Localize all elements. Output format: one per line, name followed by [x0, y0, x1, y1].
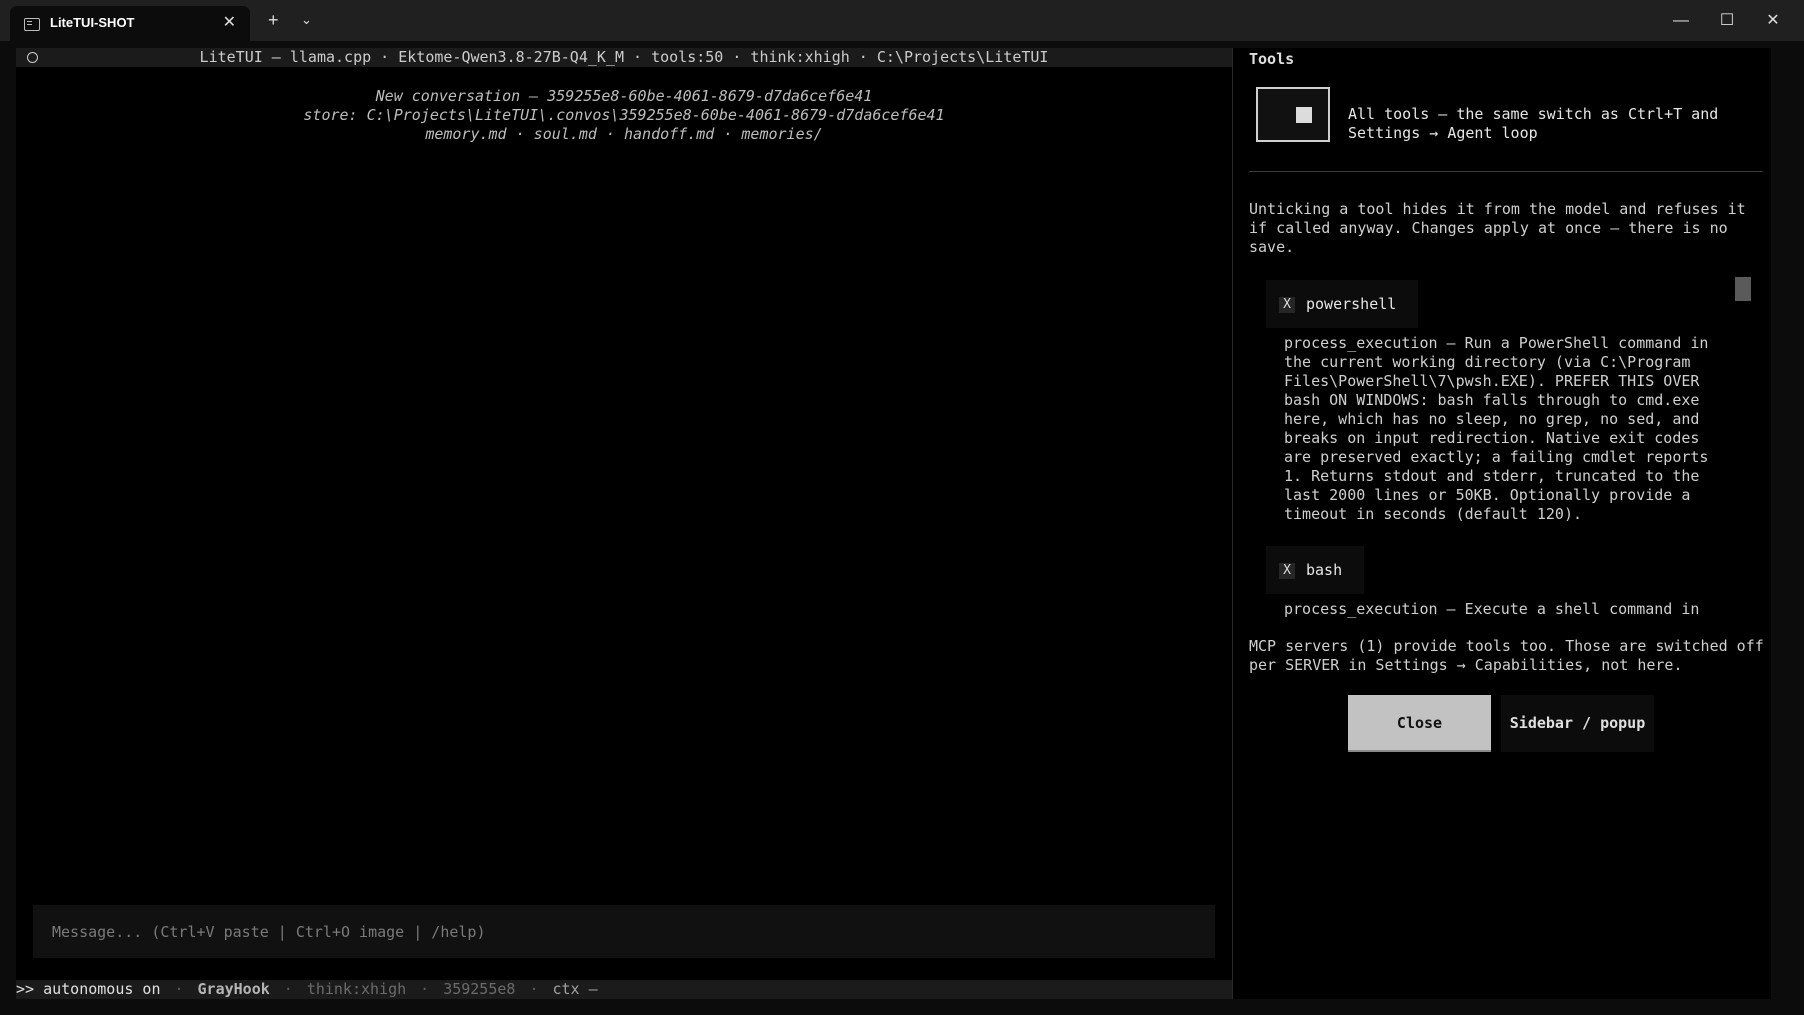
new-tab-button[interactable]: + [268, 11, 279, 29]
chevron-down-icon[interactable]: ⌄ [301, 12, 312, 28]
separator: · [174, 980, 184, 998]
chat-pane: LiteTUI — llama.cpp · Ektome-Qwen3.8-27B… [16, 48, 1232, 999]
scrollbar-thumb[interactable] [1735, 277, 1751, 301]
tab-title: LiteTUI-SHOT [50, 15, 135, 30]
conversation-store-path: store: C:\Projects\LiteTUI\.convos\35925… [303, 106, 945, 124]
tool-description: process_execution — Run a PowerShell com… [1284, 334, 1709, 523]
tool-description: process_execution — Execute a shell comm… [1284, 600, 1700, 618]
powershell-checkbox[interactable]: X [1279, 297, 1295, 313]
toggle-icon[interactable] [1256, 87, 1330, 142]
tools-panel: Tools All tools — the same switch as Ctr… [1233, 48, 1771, 999]
conversation-title: New conversation — 359255e8-60be-4061-86… [375, 87, 873, 105]
separator: · [420, 980, 430, 998]
separator: · [529, 980, 539, 998]
divider [1249, 171, 1763, 172]
message-input-box [33, 905, 1215, 958]
status-bar: LiteTUI — llama.cpp · Ektome-Qwen3.8-27B… [16, 48, 1232, 67]
close-window-button[interactable]: ✕ [1750, 8, 1796, 34]
tab-close-icon[interactable]: ✕ [223, 12, 236, 32]
maximize-button[interactable]: ☐ [1704, 8, 1750, 34]
conversation-id: 359255e8 [443, 980, 516, 998]
minimize-button[interactable]: — [1658, 8, 1704, 34]
conversation-files: memory.md · soul.md · handoff.md · memor… [425, 125, 823, 143]
tools-heading: Tools [1249, 50, 1295, 68]
bash-checkbox[interactable]: X [1279, 563, 1295, 579]
tool-name: bash [1306, 561, 1343, 579]
terminal-icon [24, 18, 40, 31]
profile-name: GrayHook [197, 980, 270, 998]
tool-item-powershell[interactable]: X powershell [1266, 280, 1418, 328]
title-bar: LiteTUI-SHOT ✕ + ⌄ — ☐ ✕ [0, 0, 1804, 41]
tools-note: Unticking a tool hides it from the model… [1249, 200, 1746, 256]
tab-litetui-shot[interactable]: LiteTUI-SHOT ✕ [10, 6, 250, 41]
separator: · [283, 980, 293, 998]
think-level: think:xhigh [306, 980, 407, 998]
tool-item-bash[interactable]: X bash [1266, 546, 1364, 594]
close-button[interactable]: Close [1348, 695, 1491, 752]
message-input[interactable] [33, 905, 1215, 958]
sidebar-popup-button[interactable]: Sidebar / popup [1501, 695, 1654, 752]
mcp-note: MCP servers (1) provide tools too. Those… [1249, 637, 1764, 674]
tool-name: powershell [1306, 295, 1397, 313]
all-tools-description: All tools — the same switch as Ctrl+T an… [1348, 105, 1719, 142]
window-edge [1771, 41, 1804, 1015]
context-usage: ctx — [552, 980, 598, 998]
bottom-status-bar: >> autonomous on · GrayHook · think:xhigh · 35… [16, 980, 1232, 999]
status-line: LiteTUI — llama.cpp · Ektome-Qwen3.8-27B… [199, 48, 1049, 66]
autonomous-indicator[interactable]: >> autonomous on [16, 980, 161, 999]
